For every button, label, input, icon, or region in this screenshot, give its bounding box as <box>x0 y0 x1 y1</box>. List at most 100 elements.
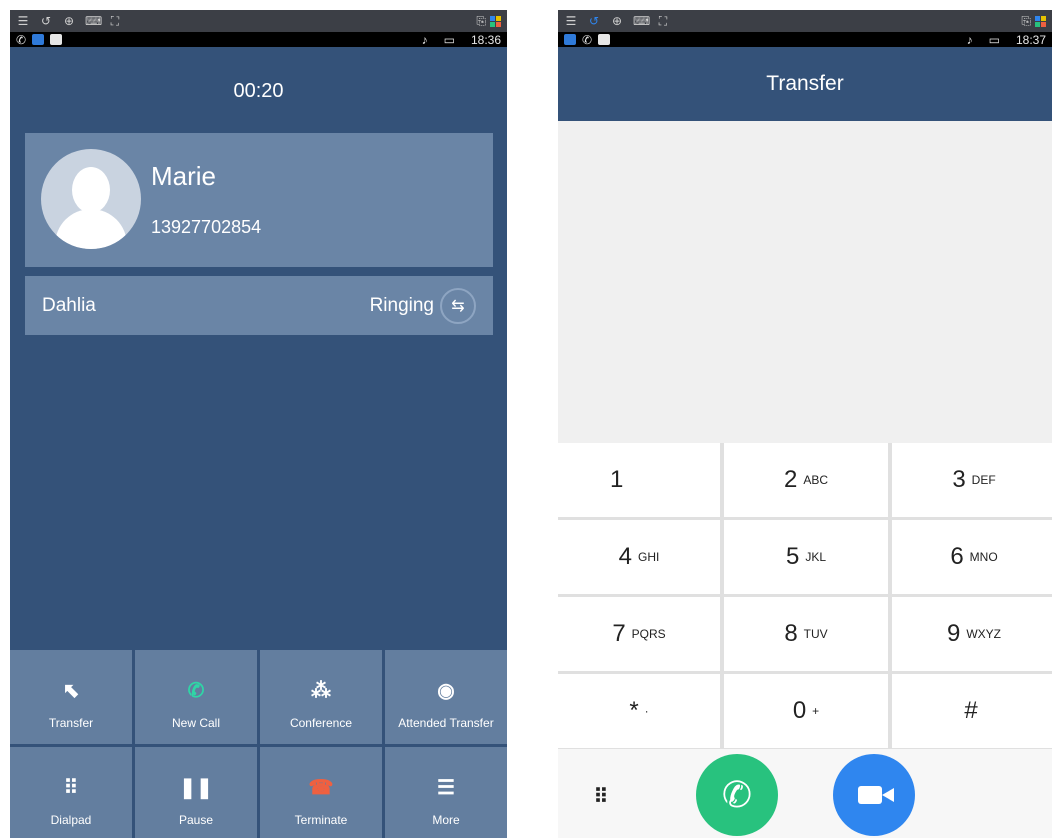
dialpad-button[interactable]: ⠿ Dialpad <box>10 747 132 838</box>
key-letters: WXYZ <box>966 627 1002 641</box>
transfer-button[interactable]: ⬉ Transfer <box>10 650 132 744</box>
transfer-label: Transfer <box>48 716 94 730</box>
key-star[interactable]: * · <box>558 674 720 748</box>
key-letters: TUV <box>803 627 828 641</box>
mute-icon: ♪ <box>966 32 973 47</box>
ringing-party-bar[interactable]: Dahlia Ringing ⇆ <box>25 276 493 335</box>
video-call-button[interactable] <box>833 754 915 836</box>
more-label: More <box>432 813 460 827</box>
menu-icon[interactable]: ☰ <box>16 14 30 28</box>
key-digit: 9 <box>946 620 961 647</box>
dialpad-label: Dialpad <box>50 813 92 827</box>
key-letters: GHI <box>638 550 660 564</box>
more-icon: ☰ <box>437 776 455 799</box>
key-hash[interactable]: # <box>892 674 1052 748</box>
key-6[interactable]: 6 MNO <box>892 520 1052 594</box>
key-3[interactable]: 3 DEF <box>892 443 1052 517</box>
conference-icon: ⁂ <box>311 679 331 702</box>
keyboard-icon[interactable]: ⌨ <box>85 14 102 28</box>
fullscreen-icon[interactable]: ⛶ <box>656 14 670 29</box>
search-icon[interactable]: ⊕ <box>610 14 624 28</box>
mute-icon: ♪ <box>421 32 428 47</box>
pause-button[interactable]: ❚❚ Pause <box>135 747 257 838</box>
key-7[interactable]: 7 PQRS <box>558 597 720 671</box>
active-call-icon <box>564 34 576 45</box>
call-action-grid: ⬉ Transfer ✆ New Call ⁂ Conference ◉ Att… <box>10 650 507 838</box>
system-bar: ☰ ↺ ⊕ ⌨ ⛶ ⎘ <box>558 10 1052 32</box>
key-digit: 7 <box>612 620 626 647</box>
key-letters: JKL <box>805 550 827 564</box>
conference-label: Conference <box>289 716 353 730</box>
transfer-icon: ⬉ <box>62 679 80 702</box>
ringing-status: Ringing <box>369 294 434 316</box>
apps-icon[interactable] <box>1035 15 1046 27</box>
attended-transfer-icon: ◉ <box>437 679 455 702</box>
active-contact-card[interactable]: Marie 13927702854 <box>25 133 493 267</box>
active-call-icon <box>32 34 45 45</box>
status-bar: ✆ ♪ ▭ 18:36 <box>10 32 507 47</box>
phone-status-icon: ✆ <box>582 32 593 47</box>
screen-icon: ▭ <box>443 32 455 47</box>
swap-icon[interactable]: ⇆ <box>440 287 476 324</box>
key-digit: # <box>964 697 978 724</box>
new-call-label: New Call <box>171 716 220 730</box>
contact-number: 13927702854 <box>151 217 262 237</box>
attended-transfer-label: Attended Transfer <box>398 716 494 730</box>
menu-icon[interactable]: ☰ <box>564 14 578 28</box>
key-digit: 0 <box>792 697 807 724</box>
ringing-party-name: Dahlia <box>42 294 96 316</box>
fullscreen-icon[interactable]: ⛶ <box>108 14 122 29</box>
screen-icon: ▭ <box>988 32 1000 47</box>
exit-icon[interactable]: ⎘ <box>1021 14 1031 29</box>
key-2[interactable]: 2 ABC <box>724 443 888 517</box>
back-icon[interactable]: ↺ <box>587 14 601 28</box>
key-digit: 8 <box>784 620 798 647</box>
transfer-screen: ☰ ↺ ⊕ ⌨ ⛶ ⎘ ✆ ♪ ▭ 18:37 Transfer 1 2 ABC… <box>558 10 1052 838</box>
terminate-button[interactable]: ☎ Terminate <box>260 747 382 838</box>
dialpad-icon[interactable]: ⠿ <box>584 781 618 811</box>
page-title: Transfer <box>558 47 1052 121</box>
key-letters: PQRS <box>631 627 666 641</box>
hangup-icon: ☎ <box>308 776 334 799</box>
more-button[interactable]: ☰ More <box>385 747 507 838</box>
back-icon[interactable]: ↺ <box>39 14 53 28</box>
notification-icon <box>50 34 63 45</box>
key-4[interactable]: 4 GHI <box>558 520 720 594</box>
status-time: 18:36 <box>470 32 501 47</box>
phone-icon: ✆ <box>187 679 205 702</box>
key-digit: * <box>629 697 639 724</box>
dial-keypad: 1 2 ABC 3 DEF 4 GHI 5 JKL 6 MNO 7 PQRS 8 TUV 9W… <box>558 443 1052 749</box>
search-icon[interactable]: ⊕ <box>62 14 76 28</box>
key-5[interactable]: 5 JKL <box>724 520 888 594</box>
phone-icon: ✆ <box>721 774 753 815</box>
attended-transfer-button[interactable]: ◉ Attended Transfer <box>385 650 507 744</box>
key-digit: 4 <box>618 543 632 570</box>
key-digit: 6 <box>950 543 964 570</box>
key-digit: 1 <box>610 466 624 493</box>
conference-button[interactable]: ⁂ Conference <box>260 650 382 744</box>
key-letters: · <box>644 704 649 718</box>
call-timer: 00:20 <box>233 80 284 102</box>
keyboard-icon[interactable]: ⌨ <box>633 14 650 28</box>
notification-icon <box>598 34 611 45</box>
key-1[interactable]: 1 <box>558 443 720 517</box>
exit-icon[interactable]: ⎘ <box>476 14 486 29</box>
video-camera-icon <box>858 786 894 804</box>
avatar <box>41 149 141 249</box>
call-button[interactable]: ✆ <box>696 754 778 836</box>
key-letters: DEF <box>971 473 996 487</box>
key-9[interactable]: 9 WXYZ <box>892 597 1052 671</box>
new-call-button[interactable]: ✆ New Call <box>135 650 257 744</box>
key-0[interactable]: 0 + <box>724 674 888 748</box>
apps-icon[interactable] <box>490 15 501 27</box>
key-digit: 3 <box>952 466 966 493</box>
dialed-number-display[interactable] <box>558 121 1052 443</box>
terminate-label: Terminate <box>294 813 348 827</box>
pause-label: Pause <box>178 813 214 827</box>
key-8[interactable]: 8 TUV <box>724 597 888 671</box>
dialpad-icon: ⠿ <box>63 776 79 799</box>
key-letters: ABC <box>803 473 829 487</box>
in-call-screen: ☰ ↺ ⊕ ⌨ ⛶ ⎘ ✆ ♪ ▭ 18:36 00:20 Marie 1392… <box>10 10 507 838</box>
dialer-bottom-bar: ⠿ ✆ <box>558 749 1052 838</box>
system-bar: ☰ ↺ ⊕ ⌨ ⛶ ⎘ <box>10 10 507 32</box>
